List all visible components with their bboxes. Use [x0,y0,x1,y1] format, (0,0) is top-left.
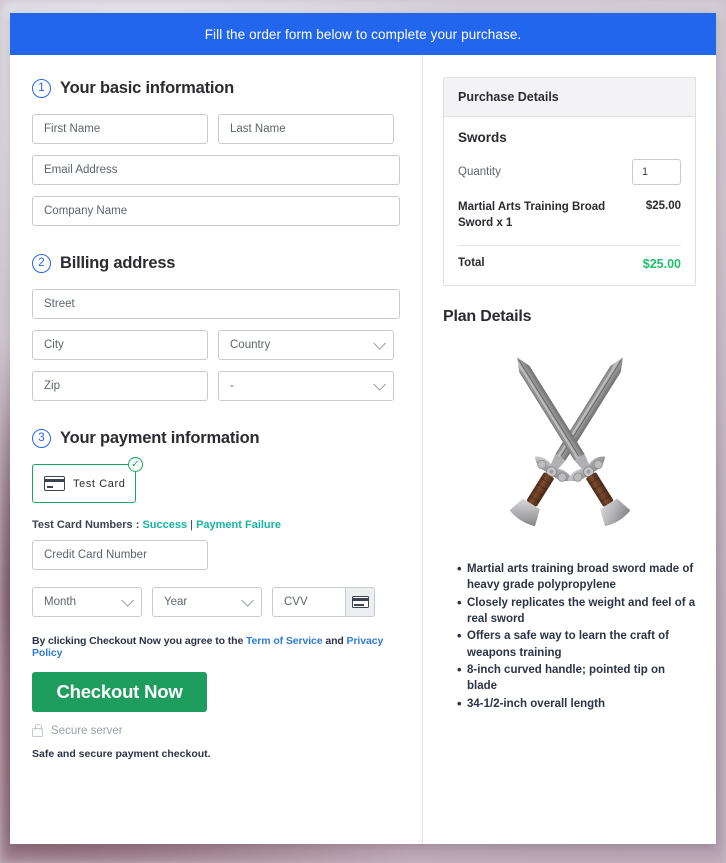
email-row: Email Address [32,155,400,185]
checkout-now-button[interactable]: Checkout Now [32,672,207,712]
list-item: Offers a safe way to learn the craft of … [457,627,696,661]
test-card-option[interactable]: Test Card [32,464,136,503]
list-item: Closely replicates the weight and feel o… [457,594,696,628]
company-name-input[interactable]: Company Name [32,196,400,226]
step-3-heading: 3 Your payment information [32,429,400,448]
step-2-title: Billing address [60,254,176,272]
terms-of-service-link[interactable]: Term of Service [246,635,323,647]
product-name: Swords [458,130,507,145]
order-form-column: 1 Your basic information First Name Last… [10,55,423,844]
credit-card-icon [351,596,369,608]
test-card-tile-wrapper: Test Card ✓ [32,457,143,503]
summary-column: Purchase Details Swords Quantity 1 Marti… [423,55,715,844]
check-circle-icon: ✓ [128,457,143,472]
total-value: $25.00 [642,257,681,272]
plan-details-title: Plan Details [443,308,532,326]
list-item: Martial arts training broad sword made o… [457,560,696,594]
test-card-numbers-line: Test Card Numbers : Success | Payment Fa… [32,519,400,531]
list-item: 8-inch curved handle; pointed tip on bla… [457,661,696,695]
step-2-number: 2 [32,254,51,273]
zip-state-row: Zip - [32,371,400,401]
quantity-row: Quantity 1 [458,159,681,185]
purchase-details-header: Purchase Details [444,78,695,117]
safe-checkout-note: Safe and secure payment checkout. [32,748,211,760]
cvv-input[interactable]: CVV [272,587,375,617]
name-row: First Name Last Name [32,114,400,144]
credit-card-row: Credit Card Number [32,540,400,570]
plan-image-container [443,340,696,545]
test-card-label: Test Card [73,477,126,490]
checkout-card: Fill the order form below to complete yo… [10,13,716,844]
city-input[interactable]: City [32,330,208,360]
country-select-value: Country [230,339,271,351]
test-number-success-link[interactable]: Success [142,519,187,531]
top-banner: Fill the order form below to complete yo… [10,13,716,55]
step-3-title: Your payment information [60,429,260,447]
city-country-row: City Country [32,330,400,360]
street-row: Street [32,289,400,319]
test-numbers-label: Test Card Numbers : [32,519,143,531]
plan-features-list: Martial arts training broad sword made o… [443,560,696,714]
list-item: 34-1/2-inch overall length [457,695,696,714]
step-3-number: 3 [32,429,51,448]
secure-server-label: Secure server [51,725,123,737]
line-item-name: Martial Arts Training Broad Sword x 1 [458,201,606,229]
expiry-cvv-row: Month Year CVV [32,587,400,617]
state-select-value: - [230,380,234,392]
step-1-title: Your basic information [60,79,235,97]
chevron-down-icon [373,336,386,350]
lock-icon [32,723,43,737]
total-row: Total $25.00 [458,246,681,271]
quantity-input[interactable]: 1 [632,159,681,185]
test-numbers-separator: | [187,519,197,531]
first-name-input[interactable]: First Name [32,114,208,144]
purchase-details-panel: Purchase Details Swords Quantity 1 Marti… [443,77,696,287]
state-select[interactable]: - [218,371,394,401]
country-select[interactable]: Country [218,330,394,360]
line-item: Martial Arts Training Broad Sword x 1 $2… [458,200,681,247]
test-number-failure-link[interactable]: Payment Failure [196,519,281,531]
purchase-details-body: Swords Quantity 1 Martial Arts Training … [444,117,695,285]
terms-notice: By clicking Checkout Now you agree to th… [32,635,400,659]
street-input[interactable]: Street [32,289,400,319]
expiry-month-select[interactable]: Month [32,587,142,617]
expiry-month-value: Month [44,596,76,608]
cvv-help-button[interactable] [345,587,375,617]
email-input[interactable]: Email Address [32,155,400,185]
cvv-placeholder-text: CVV [284,596,308,608]
checkout-content: 1 Your basic information First Name Last… [10,55,716,844]
total-label: Total [458,257,485,270]
chevron-down-icon [121,593,134,607]
quantity-label: Quantity [458,166,501,178]
credit-card-number-input[interactable]: Credit Card Number [32,540,208,570]
step-1-number: 1 [32,79,51,98]
chevron-down-icon [241,593,254,607]
step-1-heading: 1 Your basic information [32,79,400,98]
company-row: Company Name [32,196,400,226]
step-2-heading: 2 Billing address [32,254,400,273]
line-item-price: $25.00 [645,200,681,212]
terms-middle-text: and [322,635,347,647]
crossed-swords-image [509,357,630,527]
expiry-year-select[interactable]: Year [152,587,262,617]
chevron-down-icon [373,377,386,391]
zip-input[interactable]: Zip [32,371,208,401]
last-name-input[interactable]: Last Name [218,114,394,144]
expiry-year-value: Year [164,596,188,608]
banner-message: Fill the order form below to complete yo… [204,26,522,42]
secure-server-row: Secure server [32,723,400,737]
credit-card-icon [44,476,65,491]
terms-prefix-text: By clicking Checkout Now you agree to th… [32,635,247,647]
